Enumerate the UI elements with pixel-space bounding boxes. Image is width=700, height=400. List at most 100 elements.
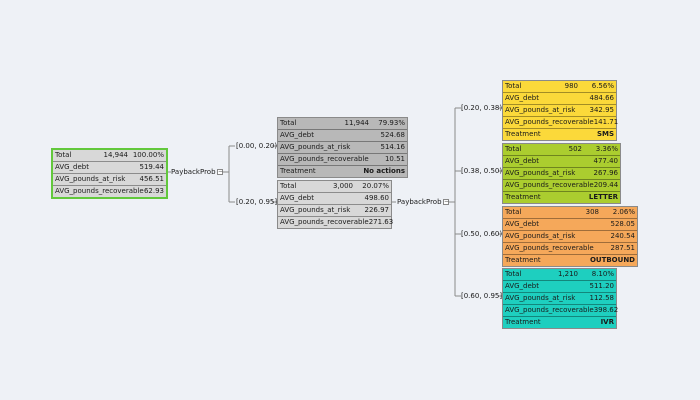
metric-value: 271.63 (368, 218, 394, 226)
metric-row: AVG_pounds_at_risk 342.95 (503, 104, 616, 116)
range-label-l2-1: [0.38, 0.50) (461, 167, 503, 175)
tree-node-no-actions[interactable]: Total 11,944 79.93% AVG_debt 524.68 AVG_… (277, 117, 408, 178)
total-percent: 6.56% (591, 82, 614, 90)
tree-node-letter[interactable]: Total 502 3.36% AVG_debt 477.40 AVG_poun… (502, 143, 621, 204)
tree-node-high-payback[interactable]: Total 3,000 20.07% AVG_debt 498.60 AVG_p… (277, 180, 394, 229)
metric-label: AVG_pounds_recoverable (505, 181, 594, 189)
metric-label: AVG_debt (505, 220, 539, 228)
treatment-value: IVR (600, 318, 614, 326)
node-total-row: Total 502 3.36% (503, 144, 620, 155)
root-total-row: Total 14,944 100.00% (53, 150, 166, 161)
treatment-label: Treatment (505, 193, 541, 201)
metric-label: AVG_debt (55, 163, 89, 171)
metric-value: 62.93 (143, 187, 164, 195)
metric-value: 528.05 (610, 220, 636, 228)
total-label: Total (505, 145, 522, 153)
node-total-row: Total 308 2.06% (503, 207, 637, 218)
metric-value: 498.60 (364, 194, 390, 202)
metric-label: AVG_pounds_at_risk (280, 143, 351, 151)
metric-row: AVG_debt 498.60 (278, 192, 391, 204)
metric-value: 477.40 (593, 157, 619, 165)
total-percent: 20.07% (362, 182, 389, 190)
metric-row: AVG_pounds_recoverable 62.93 (53, 185, 166, 197)
tree-node-ivr[interactable]: Total 1,210 8.10% AVG_debt 511.20 AVG_po… (502, 268, 619, 329)
metric-row: AVG_pounds_at_risk 267.96 (503, 167, 620, 179)
range-label-l1-0: [0.00, 0.20) (236, 142, 278, 150)
metric-value: 524.68 (380, 131, 406, 139)
total-count: 1,210 (557, 270, 578, 278)
total-label: Total (505, 82, 522, 90)
total-percent: 79.93% (378, 119, 405, 127)
metric-label: AVG_debt (280, 194, 314, 202)
metric-row: AVG_debt 528.05 (503, 218, 637, 230)
metric-value: 484.66 (589, 94, 615, 102)
metric-row: AVG_pounds_recoverable 209.44 (503, 179, 620, 191)
metric-value: 456.51 (139, 175, 165, 183)
node-total-row: Total 11,944 79.93% (278, 118, 407, 129)
metric-value: 514.16 (380, 143, 406, 151)
metric-value: 398.62 (593, 306, 619, 314)
metric-label: AVG_pounds_at_risk (505, 106, 576, 114)
treatment-value: SMS (596, 130, 614, 138)
collapse-toggle-icon[interactable]: − (217, 169, 223, 175)
treatment-row: Treatment IVR (503, 316, 616, 328)
tree-node-outbound[interactable]: Total 308 2.06% AVG_debt 528.05 AVG_poun… (502, 206, 638, 267)
metric-value: 519.44 (139, 163, 165, 171)
metric-label: AVG_pounds_recoverable (55, 187, 144, 195)
treatment-label: Treatment (505, 130, 541, 138)
treatment-row: Treatment SMS (503, 128, 616, 140)
metric-label: AVG_pounds_at_risk (280, 206, 351, 214)
metric-value: 10.51 (384, 155, 405, 163)
metric-label: AVG_debt (505, 157, 539, 165)
metric-row: AVG_pounds_at_risk 514.16 (278, 141, 407, 153)
total-percent: 100.00% (132, 151, 164, 159)
metric-row: AVG_debt 519.44 (53, 161, 166, 173)
root-node[interactable]: Total 14,944 100.00% AVG_debt 519.44 AVG… (51, 148, 168, 199)
metric-value: 209.44 (593, 181, 619, 189)
range-label-l2-3: [0.60, 0.95] (461, 292, 503, 300)
metric-label: AVG_debt (505, 94, 539, 102)
total-label: Total (505, 270, 522, 278)
metric-row: AVG_pounds_recoverable 141.71 (503, 116, 619, 128)
total-count: 980 (564, 82, 578, 90)
metric-label: AVG_pounds_at_risk (505, 232, 576, 240)
treatment-label: Treatment (505, 318, 541, 326)
metric-label: AVG_pounds_recoverable (280, 155, 369, 163)
treatment-value: No actions (363, 167, 405, 175)
split-label-paybackprob-1: PaybackProb (171, 168, 216, 176)
treatment-row: Treatment OUTBOUND (503, 254, 637, 266)
metric-label: AVG_pounds_at_risk (505, 169, 576, 177)
metric-value: 342.95 (589, 106, 615, 114)
metric-label: AVG_pounds_recoverable (280, 218, 369, 226)
total-count: 308 (585, 208, 599, 216)
metric-row: AVG_pounds_at_risk 226.97 (278, 204, 391, 216)
collapse-toggle-icon[interactable]: − (443, 199, 449, 205)
node-total-row: Total 980 6.56% (503, 81, 616, 92)
metric-row: AVG_pounds_at_risk 240.54 (503, 230, 637, 242)
total-label: Total (55, 151, 72, 159)
metric-row: AVG_pounds_recoverable 271.63 (278, 216, 394, 228)
total-count: 502 (568, 145, 582, 153)
metric-row: AVG_pounds_at_risk 456.51 (53, 173, 166, 185)
metric-value: 240.54 (610, 232, 636, 240)
total-count: 14,944 (103, 151, 129, 159)
metric-value: 267.96 (593, 169, 619, 177)
treatment-row: Treatment No actions (278, 165, 407, 177)
metric-label: AVG_pounds_recoverable (505, 244, 594, 252)
split-label-paybackprob-2: PaybackProb (397, 198, 442, 206)
metric-row: AVG_pounds_recoverable 10.51 (278, 153, 407, 165)
metric-row: AVG_debt 524.68 (278, 129, 407, 141)
node-total-row: Total 3,000 20.07% (278, 181, 391, 192)
total-label: Total (280, 182, 297, 190)
tree-node-sms[interactable]: Total 980 6.56% AVG_debt 484.66 AVG_poun… (502, 80, 619, 141)
treatment-label: Treatment (505, 256, 541, 264)
range-label-l1-1: [0.20, 0.95] (236, 198, 278, 206)
metric-value: 511.20 (589, 282, 615, 290)
treatment-value: OUTBOUND (589, 256, 635, 264)
total-count: 11,944 (344, 119, 370, 127)
range-label-l2-0: [0.20, 0.38) (461, 104, 503, 112)
metric-value: 141.71 (593, 118, 619, 126)
metric-row: AVG_pounds_recoverable 287.51 (503, 242, 637, 254)
node-total-row: Total 1,210 8.10% (503, 269, 616, 280)
total-percent: 3.36% (595, 145, 618, 153)
